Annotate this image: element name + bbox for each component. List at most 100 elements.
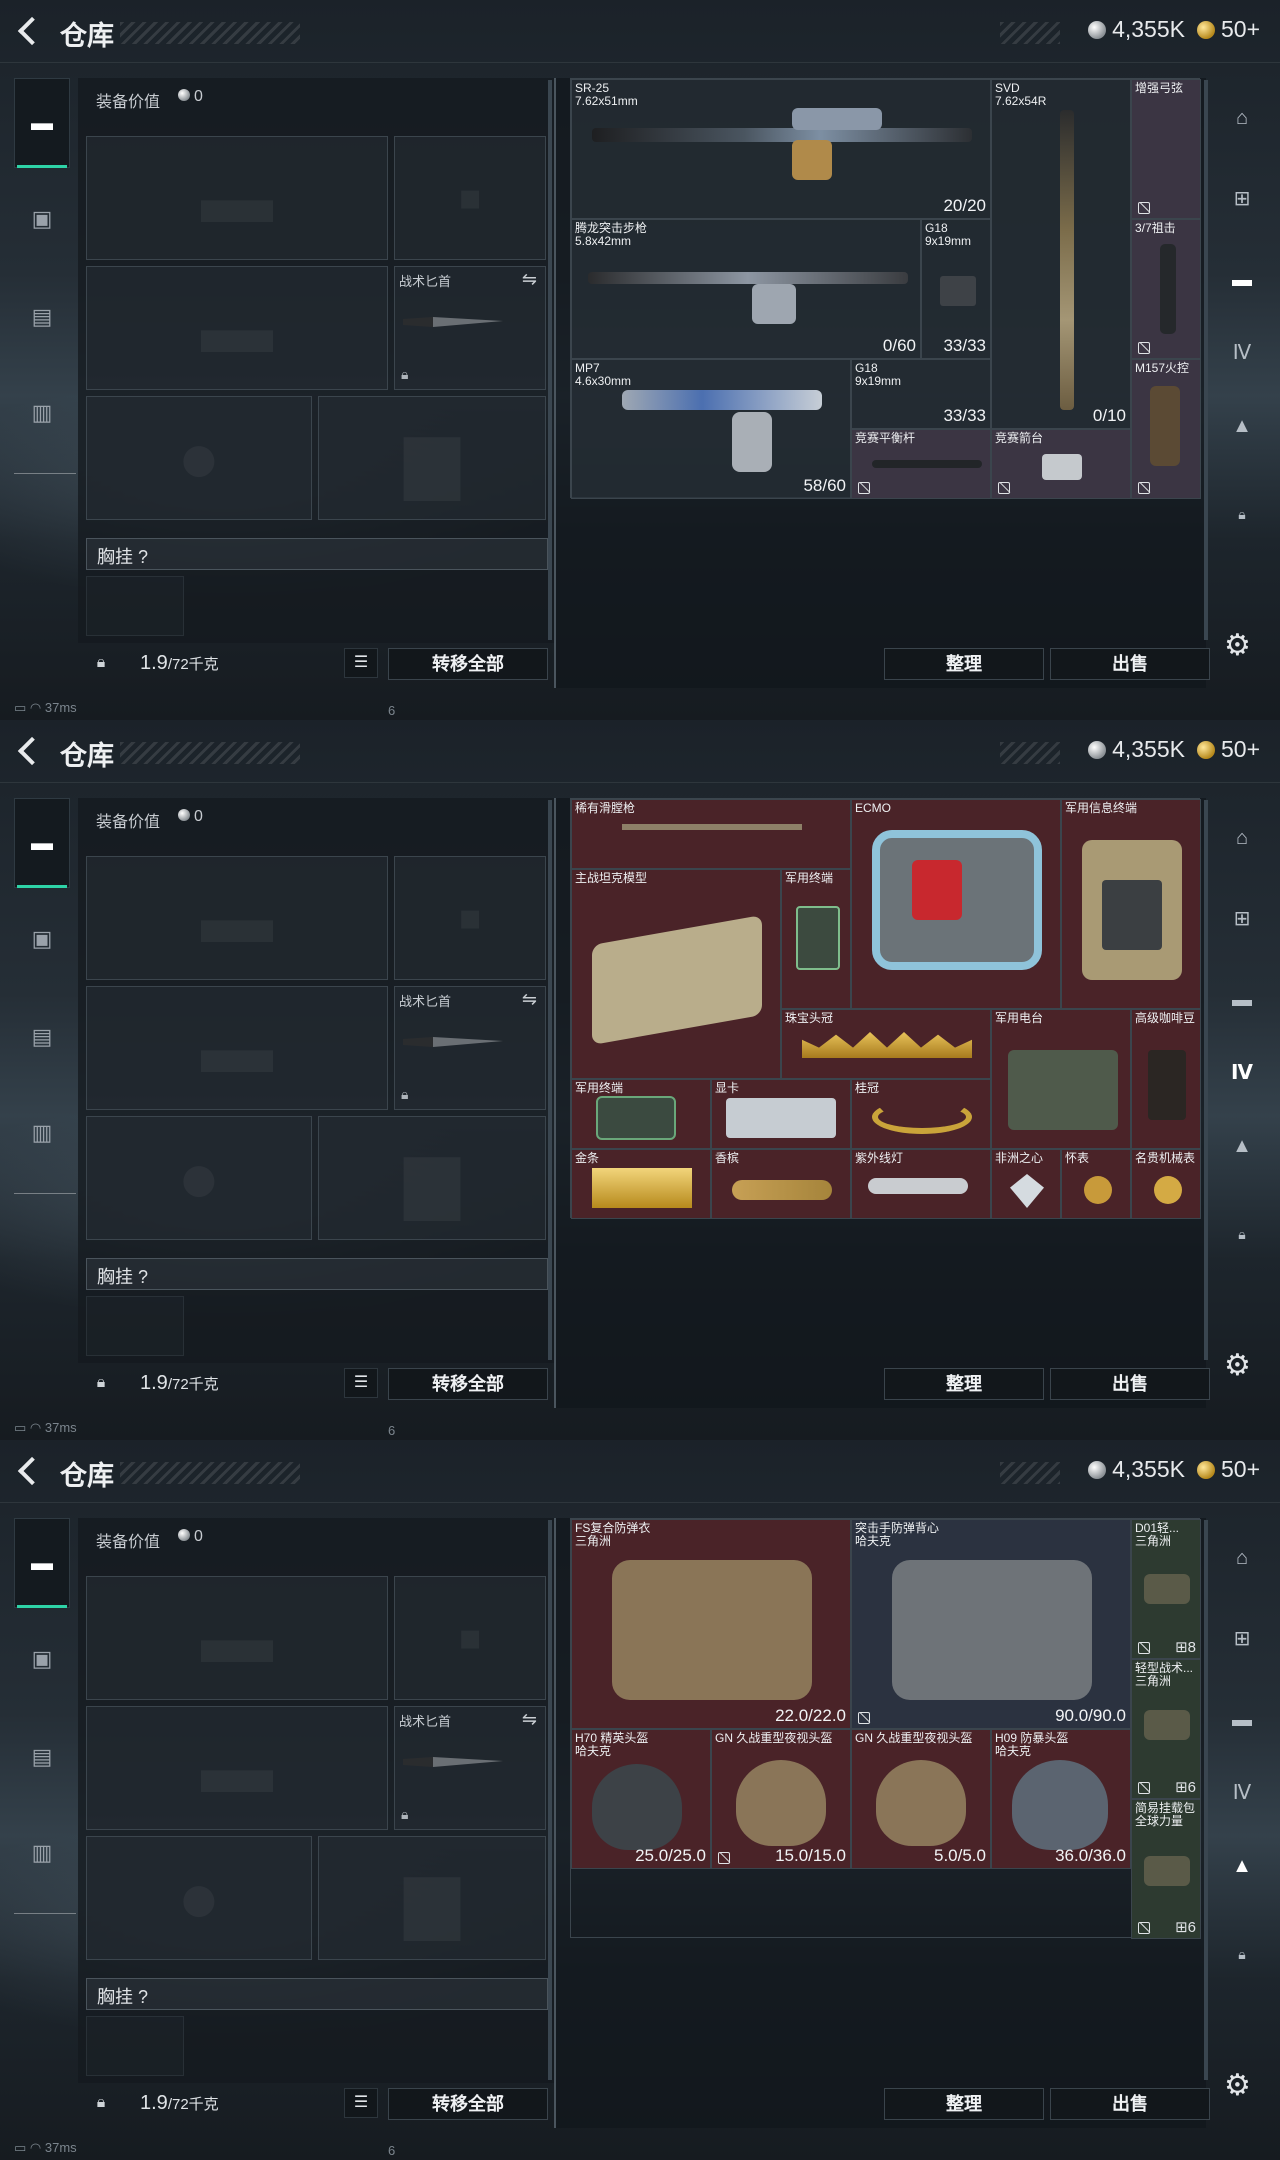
armor-slot[interactable]: ▆ [318,396,546,520]
nav-backpack-icon[interactable]: ▤ [14,272,70,362]
list-icon[interactable]: ☰ [344,1368,378,1398]
weapons-tab-icon[interactable]: ▬ [1220,258,1264,302]
primary-weapon-slot[interactable]: ▬ [86,1576,388,1700]
back-icon[interactable] [14,12,46,48]
stash-tab-icon[interactable]: ⌂ [1220,816,1264,860]
weapons-tab-icon[interactable]: ▬ [1220,1698,1264,1742]
pistol-slot[interactable]: ▪ [394,856,546,980]
stash-tab-icon[interactable]: ⌂ [1220,96,1264,140]
stash-item-arrow-rest[interactable]: 竞赛箭台 [991,429,1131,499]
nav-backpack-icon[interactable]: ▤ [14,992,70,1082]
helmet-slot[interactable]: ● [86,1836,312,1960]
stash-item-balance-rod[interactable]: 竞赛平衡杆 [851,429,991,499]
tab-armor-icon[interactable]: ▲ [1220,404,1264,448]
armor-slot[interactable]: ▆ [318,1116,546,1240]
pistol-slot[interactable]: ▪ [394,136,546,260]
weapons-tab-icon[interactable]: ▬ [1220,978,1264,1022]
stash-item-ecmo[interactable]: ECMO [851,799,1061,1009]
armor-slot[interactable]: ▆ [318,1836,546,1960]
sort-button[interactable]: 整理 [884,2088,1044,2120]
nav-case-icon[interactable]: ▥ [14,1088,70,1178]
chest-rig-slot[interactable]: 胸挂 ? [86,1258,548,1290]
chest-rig-slot[interactable]: 胸挂 ? [86,1978,548,2010]
stash-item-d01[interactable]: D01轻... 三角洲 ⊞8 [1131,1519,1201,1659]
stash-item-military-terminal-b[interactable]: 军用终端 [571,1079,711,1149]
stash-item-military-terminal-info[interactable]: 军用信息终端 [1061,799,1201,1009]
transfer-all-button[interactable]: 转移全部 [388,1368,548,1400]
sell-button[interactable]: 出售 [1050,1368,1210,1400]
tab-armor-icon[interactable]: ▲ [1220,1844,1264,1888]
stash-item-musket[interactable]: 稀有滑膛枪 [571,799,851,869]
stash-item-bowstring[interactable]: 增强弓弦 [1131,79,1201,219]
stash-scrollbar[interactable] [1204,800,1208,1360]
nav-armor-icon[interactable]: ▣ [14,1614,70,1704]
stash-item-mechanical-watch[interactable]: 名贵机械表 [1131,1149,1201,1219]
sort-button[interactable]: 整理 [884,648,1044,680]
lock-toggle-icon[interactable]: 🔒︎ [86,648,116,678]
sell-button[interactable]: 出售 [1050,2088,1210,2120]
stash-item-pocket-watch[interactable]: 怀表 [1061,1149,1131,1219]
stash-item-jewel-crown[interactable]: 珠宝头冠 [781,1009,991,1079]
tab-iv-icon[interactable]: Ⅳ [1220,330,1264,374]
nav-weapon-icon[interactable]: ▬ [14,798,70,888]
stash-scrollbar[interactable] [1204,1520,1208,2080]
nav-backpack-icon[interactable]: ▤ [14,1712,70,1802]
swap-icon[interactable]: ⇋ [522,1709,537,1730]
stash-item-laurel[interactable]: 桂冠 [851,1079,991,1149]
primary-weapon-slot[interactable]: ▬ [86,856,388,980]
settings-gear-icon[interactable]: ⚙ [1224,2068,1251,2103]
nav-weapon-icon[interactable]: ▬ [14,1518,70,1608]
pistol-slot[interactable]: ▪ [394,1576,546,1700]
swap-icon[interactable]: ⇋ [522,989,537,1010]
stash-item-tenglong[interactable]: 腾龙突击步枪 5.8x42mm 0/60 [571,219,921,359]
knife-slot[interactable]: 战术匕首 ⇋ 🔒︎ [394,266,546,390]
stash-item-light-tactical[interactable]: 轻型战术... 三角洲 ⊞6 [1131,1659,1201,1799]
help-icon[interactable]: ? [138,547,148,567]
stash-scrollbar[interactable] [1204,80,1208,640]
list-icon[interactable]: ☰ [344,648,378,678]
settings-gear-icon[interactable]: ⚙ [1224,1348,1251,1383]
stash-item-gn-helmet-b[interactable]: GN 久战重型夜视头盔 5.0/5.0 [851,1729,991,1869]
stash-item-uv-lamp[interactable]: 紫外线灯 [851,1149,991,1219]
lock-toggle-icon[interactable]: 🔒︎ [86,2088,116,2118]
stash-item-champagne[interactable]: 香槟 [711,1149,851,1219]
tab-iv-icon[interactable]: Ⅳ [1220,1050,1264,1094]
settings-gear-icon[interactable]: ⚙ [1224,628,1251,663]
stash-item-m157[interactable]: M157火控 [1131,359,1201,499]
back-icon[interactable] [14,1452,46,1488]
stash-item-gold-bar[interactable]: 金条 [571,1149,711,1219]
stash-item-coffee-beans[interactable]: 高级咖啡豆 [1131,1009,1201,1149]
help-icon[interactable]: ? [138,1267,148,1287]
add-tab-icon[interactable]: ⊞ [1220,896,1264,940]
nav-weapon-icon[interactable]: ▬ [14,78,70,168]
helmet-slot[interactable]: ● [86,396,312,520]
stash-item-svd[interactable]: SVD 7.62x54R 0/10 [991,79,1131,429]
transfer-all-button[interactable]: 转移全部 [388,2088,548,2120]
help-icon[interactable]: ? [138,1987,148,2007]
nav-case-icon[interactable]: ▥ [14,368,70,458]
secondary-weapon-slot[interactable]: ▬ [86,1706,388,1830]
stash-item-g18-a[interactable]: G18 9x19mm 33/33 [921,219,991,359]
stash-item-heart-of-africa[interactable]: 非洲之心 [991,1149,1061,1219]
swap-icon[interactable]: ⇋ [522,269,537,290]
stash-item-sr25[interactable]: SR-25 7.62x51mm 20/20 [571,79,991,219]
chest-rig-slot[interactable]: 胸挂 ? [86,538,548,570]
lock-toggle-icon[interactable]: 🔒︎ [86,1368,116,1398]
knife-slot[interactable]: 战术匕首 ⇋ 🔒︎ [394,986,546,1110]
knife-slot[interactable]: 战术匕首 ⇋ 🔒︎ [394,1706,546,1830]
nav-case-icon[interactable]: ▥ [14,1808,70,1898]
stash-item-military-radio[interactable]: 军用电台 [991,1009,1131,1149]
stash-item-simple-pack[interactable]: 简易挂载包 全球力量 ⊞6 [1131,1799,1201,1939]
stash-item-gn-helmet-a[interactable]: GN 久战重型夜视头盔 15.0/15.0 [711,1729,851,1869]
add-tab-icon[interactable]: ⊞ [1220,176,1264,220]
helmet-slot[interactable]: ● [86,1116,312,1240]
primary-weapon-slot[interactable]: ▬ [86,136,388,260]
sell-button[interactable]: 出售 [1050,648,1210,680]
add-tab-icon[interactable]: ⊞ [1220,1616,1264,1660]
stash-item-h09-helmet[interactable]: H09 防暴头盔 哈夫克 36.0/36.0 [991,1729,1131,1869]
stash-item-gpu[interactable]: 显卡 [711,1079,851,1149]
secondary-weapon-slot[interactable]: ▬ [86,266,388,390]
back-icon[interactable] [14,732,46,768]
equip-scrollbar[interactable] [548,1520,552,2080]
stash-item-fs-armor[interactable]: FS复合防弹衣 三角洲 22.0/22.0 [571,1519,851,1729]
